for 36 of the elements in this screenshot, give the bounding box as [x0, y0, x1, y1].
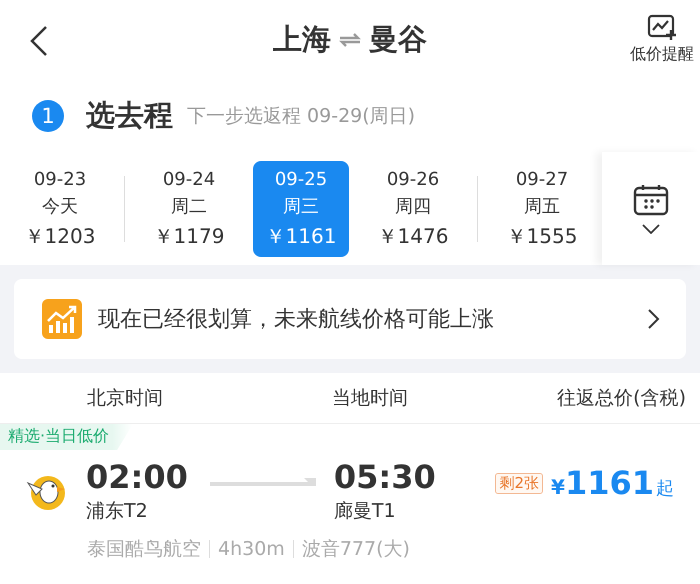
swap-icon[interactable] — [339, 33, 361, 47]
airline-name: 泰国酷鸟航空 — [87, 537, 201, 562]
flight-arrow-icon — [210, 478, 316, 486]
price-trend-card[interactable]: 现在已经很划算，未来航线价格可能上涨 — [14, 279, 686, 359]
calendar-icon — [633, 184, 669, 216]
date-tab[interactable]: 09-26 周四 ￥1476 — [365, 160, 461, 256]
origin-city: 上海 — [273, 21, 331, 58]
step-number: 1 — [32, 100, 64, 132]
step-title: 选去程 — [86, 97, 173, 134]
aircraft-type: 波音777(大) — [302, 537, 410, 562]
chevron-right-icon — [648, 309, 660, 329]
date-tab[interactable]: 09-25 周三 ￥1161 — [253, 160, 349, 256]
return-hint: 下一步选返程 09-29(周日) — [187, 104, 416, 129]
currency-symbol: ¥ — [551, 475, 565, 499]
departure-time: 02:00 — [86, 458, 188, 496]
chevron-down-icon — [642, 224, 660, 234]
destination-city: 曼谷 — [369, 21, 427, 58]
recommend-tag: 精选·当日低价 — [0, 424, 134, 450]
date-tab[interactable]: 09-23 今天 ￥1203 — [12, 160, 108, 256]
price-alert-button[interactable]: 低价提醒 — [628, 14, 696, 65]
seats-left-badge: 剩2张 — [495, 472, 544, 494]
calendar-button[interactable] — [602, 152, 700, 265]
arrival-time: 05:30 — [334, 458, 436, 496]
price-trend-message: 现在已经很划算，未来航线价格可能上涨 — [98, 306, 495, 334]
column-header: 北京时间 — [87, 386, 163, 411]
price-from-label: 起 — [656, 477, 674, 500]
chart-plus-icon — [647, 14, 677, 40]
departure-airport: 浦东T2 — [86, 499, 149, 524]
rising-chart-icon — [42, 299, 82, 339]
column-header: 往返总价(含税) — [557, 386, 686, 411]
column-header: 当地时间 — [332, 386, 408, 411]
flight-price: 1161 — [564, 464, 654, 502]
arrival-airport: 廊曼T1 — [334, 499, 397, 524]
date-tab[interactable]: 09-27 周五 ￥1555 — [494, 160, 590, 256]
date-tab[interactable]: 09-24 周二 ￥1179 — [141, 160, 237, 256]
flight-duration: 4h30m — [218, 538, 285, 560]
